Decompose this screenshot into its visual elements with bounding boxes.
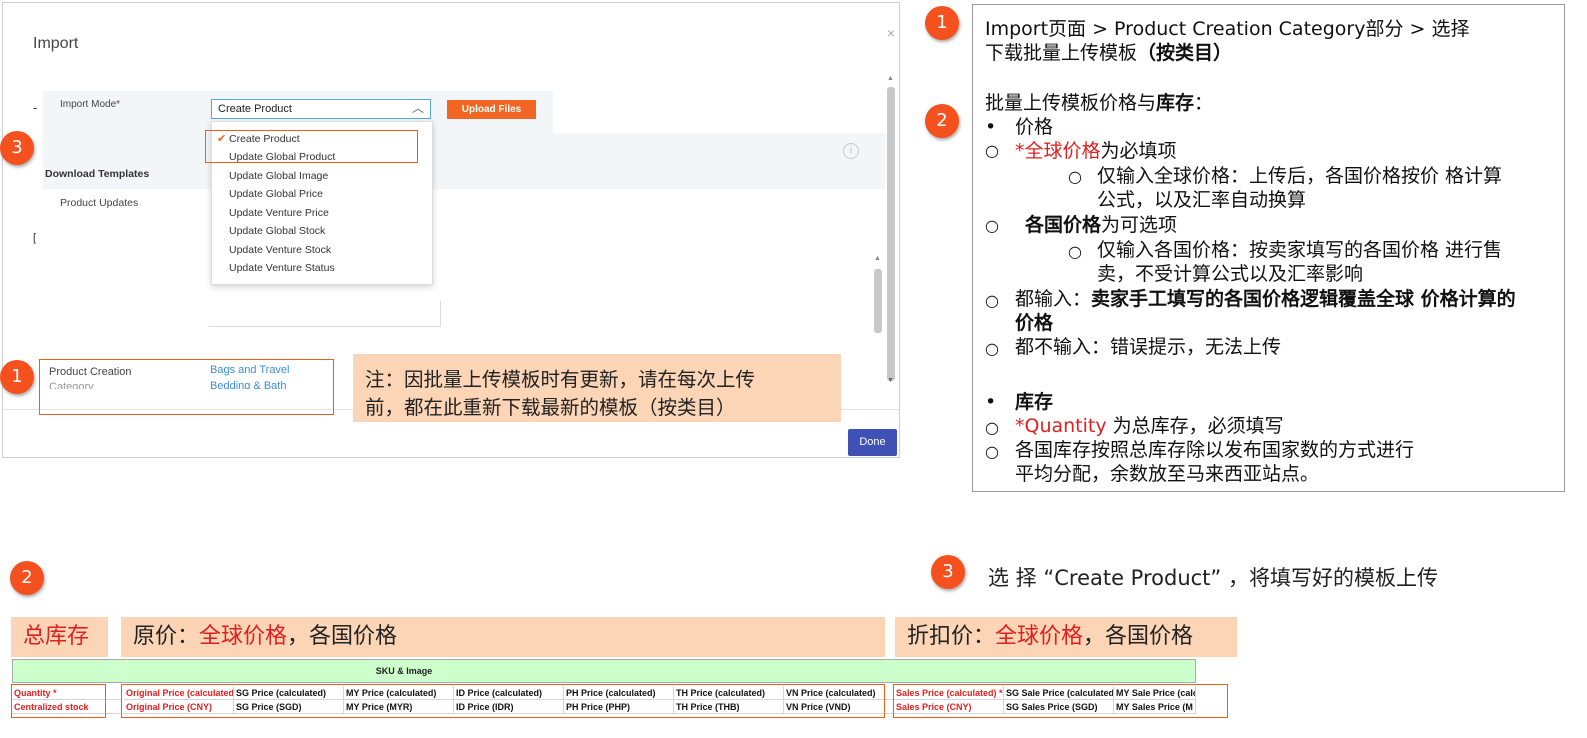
text-run: 原价： [133,624,200,649]
row-marker: - [33,100,38,115]
highlight-box-original-price [121,684,885,718]
highlight-box-create-product [205,130,418,163]
text-run: 都输入： [1015,288,1092,310]
scrollbar-thumb[interactable] [887,87,895,381]
stock-split-line: 平均分配，余数放至马来西亚站点。 [1015,463,1320,485]
step1-line: 下载批量上传模板（按类目） [985,41,1232,65]
stock-heading: 库存 [1015,391,1054,413]
step-badge-2: 2 [10,561,44,595]
scroll-up-icon[interactable]: ▲ [874,255,881,262]
text-run-red: 全球价格 [199,624,288,649]
dropdown-option-update-global-image[interactable]: Update Global Image [229,170,328,182]
text-run-bold: 卖家手工填写的各国价格逻辑覆盖全球 价格计算的 [1091,288,1516,310]
import-mode-value: Create Product [218,103,292,115]
both-line-cont: 价格 [1015,312,1054,334]
text-run: ： [1194,92,1214,114]
step3-instruction: 选 择 “Create Product” ，将填写好的模板上传 [988,566,1438,590]
text-run: 批量上传模板价格与 [985,92,1157,114]
sku-image-header: SKU & Image [12,659,1196,683]
note-line: 注：因批量上传模板时有更新，请在每次上传 [365,368,756,391]
section-title: 批量上传模板价格与库存： [985,91,1213,115]
sub-bullet: ○ [985,216,999,235]
neither-line: 都不输入：错误提示，无法上传 [1015,336,1282,358]
bullet: • [985,391,997,413]
text-run-red: *Quantity [1015,415,1107,437]
global-price-line: *全球价格为必填项 [1015,139,1177,163]
both-line: 都输入：卖家手工填写的各国价格逻辑覆盖全球 价格计算的 [1015,287,1516,311]
country-only-line: 卖，不受计算公式以及汇率影响 [1097,263,1364,285]
done-button[interactable]: Done [848,429,897,456]
chevron-up-icon: ︿ [411,101,424,115]
sub-bullet: ○ [985,418,999,437]
dropdown-option-update-venture-price[interactable]: Update Venture Price [229,207,329,219]
text-run: ，各国价格 [287,624,398,649]
text-run: ，各国价格 [1083,624,1194,649]
scroll-up-icon[interactable]: ▲ [887,75,894,82]
step-badge-1: 1 [925,6,959,40]
bullet: • [985,116,997,138]
step-badge-3: 3 [0,131,34,165]
text-run-bold: 各国价格 [1025,214,1102,236]
product-updates-link[interactable]: Product Updates [60,197,138,209]
highlight-box-sales-price [893,684,1228,718]
dropdown-option-update-global-price[interactable]: Update Global Price [229,188,323,200]
stock-split-line: 各国库存按照总库存除以发布国家数的方式进行 [1015,439,1415,461]
upload-files-button[interactable]: Upload Files [447,100,536,119]
label-total-stock: 总库存 [11,617,108,657]
text-run: 为可选项 [1101,214,1178,236]
sub-sub-bullet: ○ [1068,242,1082,261]
text-run: 为必填项 [1100,140,1177,162]
price-heading: 价格 [1015,116,1054,138]
sub-bullet: ○ [985,442,999,461]
dropdown-option-update-global-stock[interactable]: Update Global Stock [229,225,325,237]
note-callout: 注：因批量上传模板时有更新，请在每次上传 前，都在此重新下载最新的模板（按类目） [353,354,841,422]
scrollbar-thumb[interactable] [874,269,882,333]
text-run-bold: （按类目） [1137,42,1233,64]
download-templates-row [43,133,885,189]
dropdown-option-update-venture-status[interactable]: Update Venture Status [229,262,335,274]
global-only-line: 公式，以及汇率自动换算 [1097,189,1307,211]
sub-sub-bullet: ○ [1068,167,1082,186]
textarea-resize-corner [209,301,441,327]
note-line: 前，都在此重新下载最新的模板（按类目） [365,396,736,419]
scroll-down-icon[interactable]: ▼ [887,377,894,384]
sub-bullet: ○ [985,339,999,358]
row-marker: [ [33,232,37,244]
import-mode-select[interactable]: Create Product ︿ [211,99,431,119]
close-icon[interactable]: × [887,25,895,41]
instructions-panel: Import页面 > Product Creation Category部分 >… [972,4,1565,492]
step-badge-1: 1 [0,360,34,394]
inner-scrollbar[interactable]: ▲ [871,255,885,335]
dropdown-option-update-venture-stock[interactable]: Update Venture Stock [229,244,331,256]
global-only-line: 仅输入全球价格：上传后，各国价格按价 格计算 [1097,165,1503,187]
quantity-line: *Quantity 为总库存，必须填写 [1015,414,1284,438]
text-run: 下载批量上传模板 [985,42,1138,64]
download-templates-heading: Download Templates [45,168,150,180]
label-discount-price: 折扣价：全球价格，各国价格 [895,617,1237,657]
sub-bullet: ○ [985,141,999,160]
info-icon[interactable]: i [843,143,859,159]
step1-line: Import页面 > Product Creation Category部分 >… [985,18,1470,40]
text-run-red: *全球价格 [1015,140,1101,162]
label-original-price: 原价：全球价格，各国价格 [121,617,885,657]
highlight-box-stock [11,684,106,718]
step-badge-2: 2 [925,104,959,138]
sub-bullet: ○ [985,291,999,310]
country-price-line: 各国价格为可选项 [1025,213,1177,237]
dialog-title: Import [33,35,79,52]
step-badge-3: 3 [931,555,965,589]
import-mode-label: Import Mode* [60,99,121,110]
text-run: 为总库存，必须填写 [1106,415,1284,437]
text-run-bold: 库存 [1156,92,1195,114]
text-run-red: 全球价格 [995,624,1084,649]
country-only-line: 仅输入各国价格：按卖家填写的各国价格 进行售 [1097,239,1503,261]
highlight-box-product-creation [39,359,334,415]
text-run: 折扣价： [907,624,996,649]
dialog-scrollbar[interactable]: ▲ ▼ [885,75,897,393]
